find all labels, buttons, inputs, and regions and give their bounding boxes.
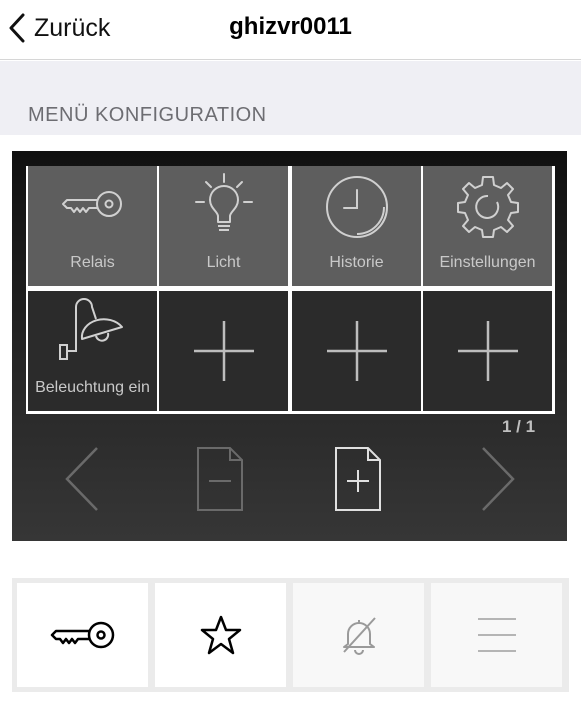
tile-label: Licht — [206, 254, 241, 271]
menu-grid: Relais Licht Historie Einstellungen Bele… — [26, 166, 555, 414]
clock-icon — [325, 176, 388, 238]
plus-icon — [457, 321, 518, 381]
next-page-button[interactable] — [480, 446, 516, 512]
page-indicator: 1 / 1 — [502, 417, 536, 436]
plus-icon — [193, 321, 254, 381]
page-title: ghizvr0011 — [229, 13, 352, 40]
section-title: MENÜ KONFIGURATION — [28, 104, 267, 126]
wall-lamp-icon — [58, 298, 123, 360]
bottom-tab-bar — [12, 578, 569, 692]
menu-tile-add[interactable] — [423, 291, 552, 411]
tile-label: Relais — [70, 254, 115, 271]
menu-tile-licht[interactable]: Licht — [159, 166, 288, 286]
menu-tile-relais[interactable]: Relais — [28, 166, 157, 286]
gear-icon — [456, 176, 519, 238]
lightbulb-icon — [194, 173, 253, 231]
tile-label: Einstellungen — [439, 254, 536, 271]
add-page-button[interactable] — [334, 446, 382, 512]
bell-off-icon — [342, 617, 376, 655]
tab-relais[interactable] — [17, 583, 148, 687]
tab-favorites[interactable] — [155, 583, 286, 687]
menu-tile-beleuchtung[interactable]: Beleuchtung ein — [28, 291, 157, 411]
navigation-bar: Zurück ghizvr0011 — [0, 0, 581, 60]
menu-tile-add[interactable] — [292, 291, 421, 411]
tab-notifications[interactable] — [293, 583, 424, 687]
plus-icon — [326, 321, 387, 381]
key-icon — [50, 621, 114, 649]
menu-lines-icon — [477, 618, 516, 652]
menu-tile-einstellungen[interactable]: Einstellungen — [423, 166, 552, 286]
menu-config-panel: Relais Licht Historie Einstellungen Bele… — [12, 151, 567, 541]
remove-page-button[interactable] — [196, 446, 244, 512]
key-icon — [61, 191, 122, 217]
menu-tile-historie[interactable]: Historie — [292, 166, 421, 286]
star-icon — [200, 615, 241, 655]
menu-tile-add[interactable] — [159, 291, 288, 411]
tab-menu[interactable] — [431, 583, 562, 687]
tile-label: Beleuchtung ein — [35, 379, 150, 396]
tile-label: Historie — [329, 254, 384, 271]
previous-page-button[interactable] — [64, 446, 100, 512]
